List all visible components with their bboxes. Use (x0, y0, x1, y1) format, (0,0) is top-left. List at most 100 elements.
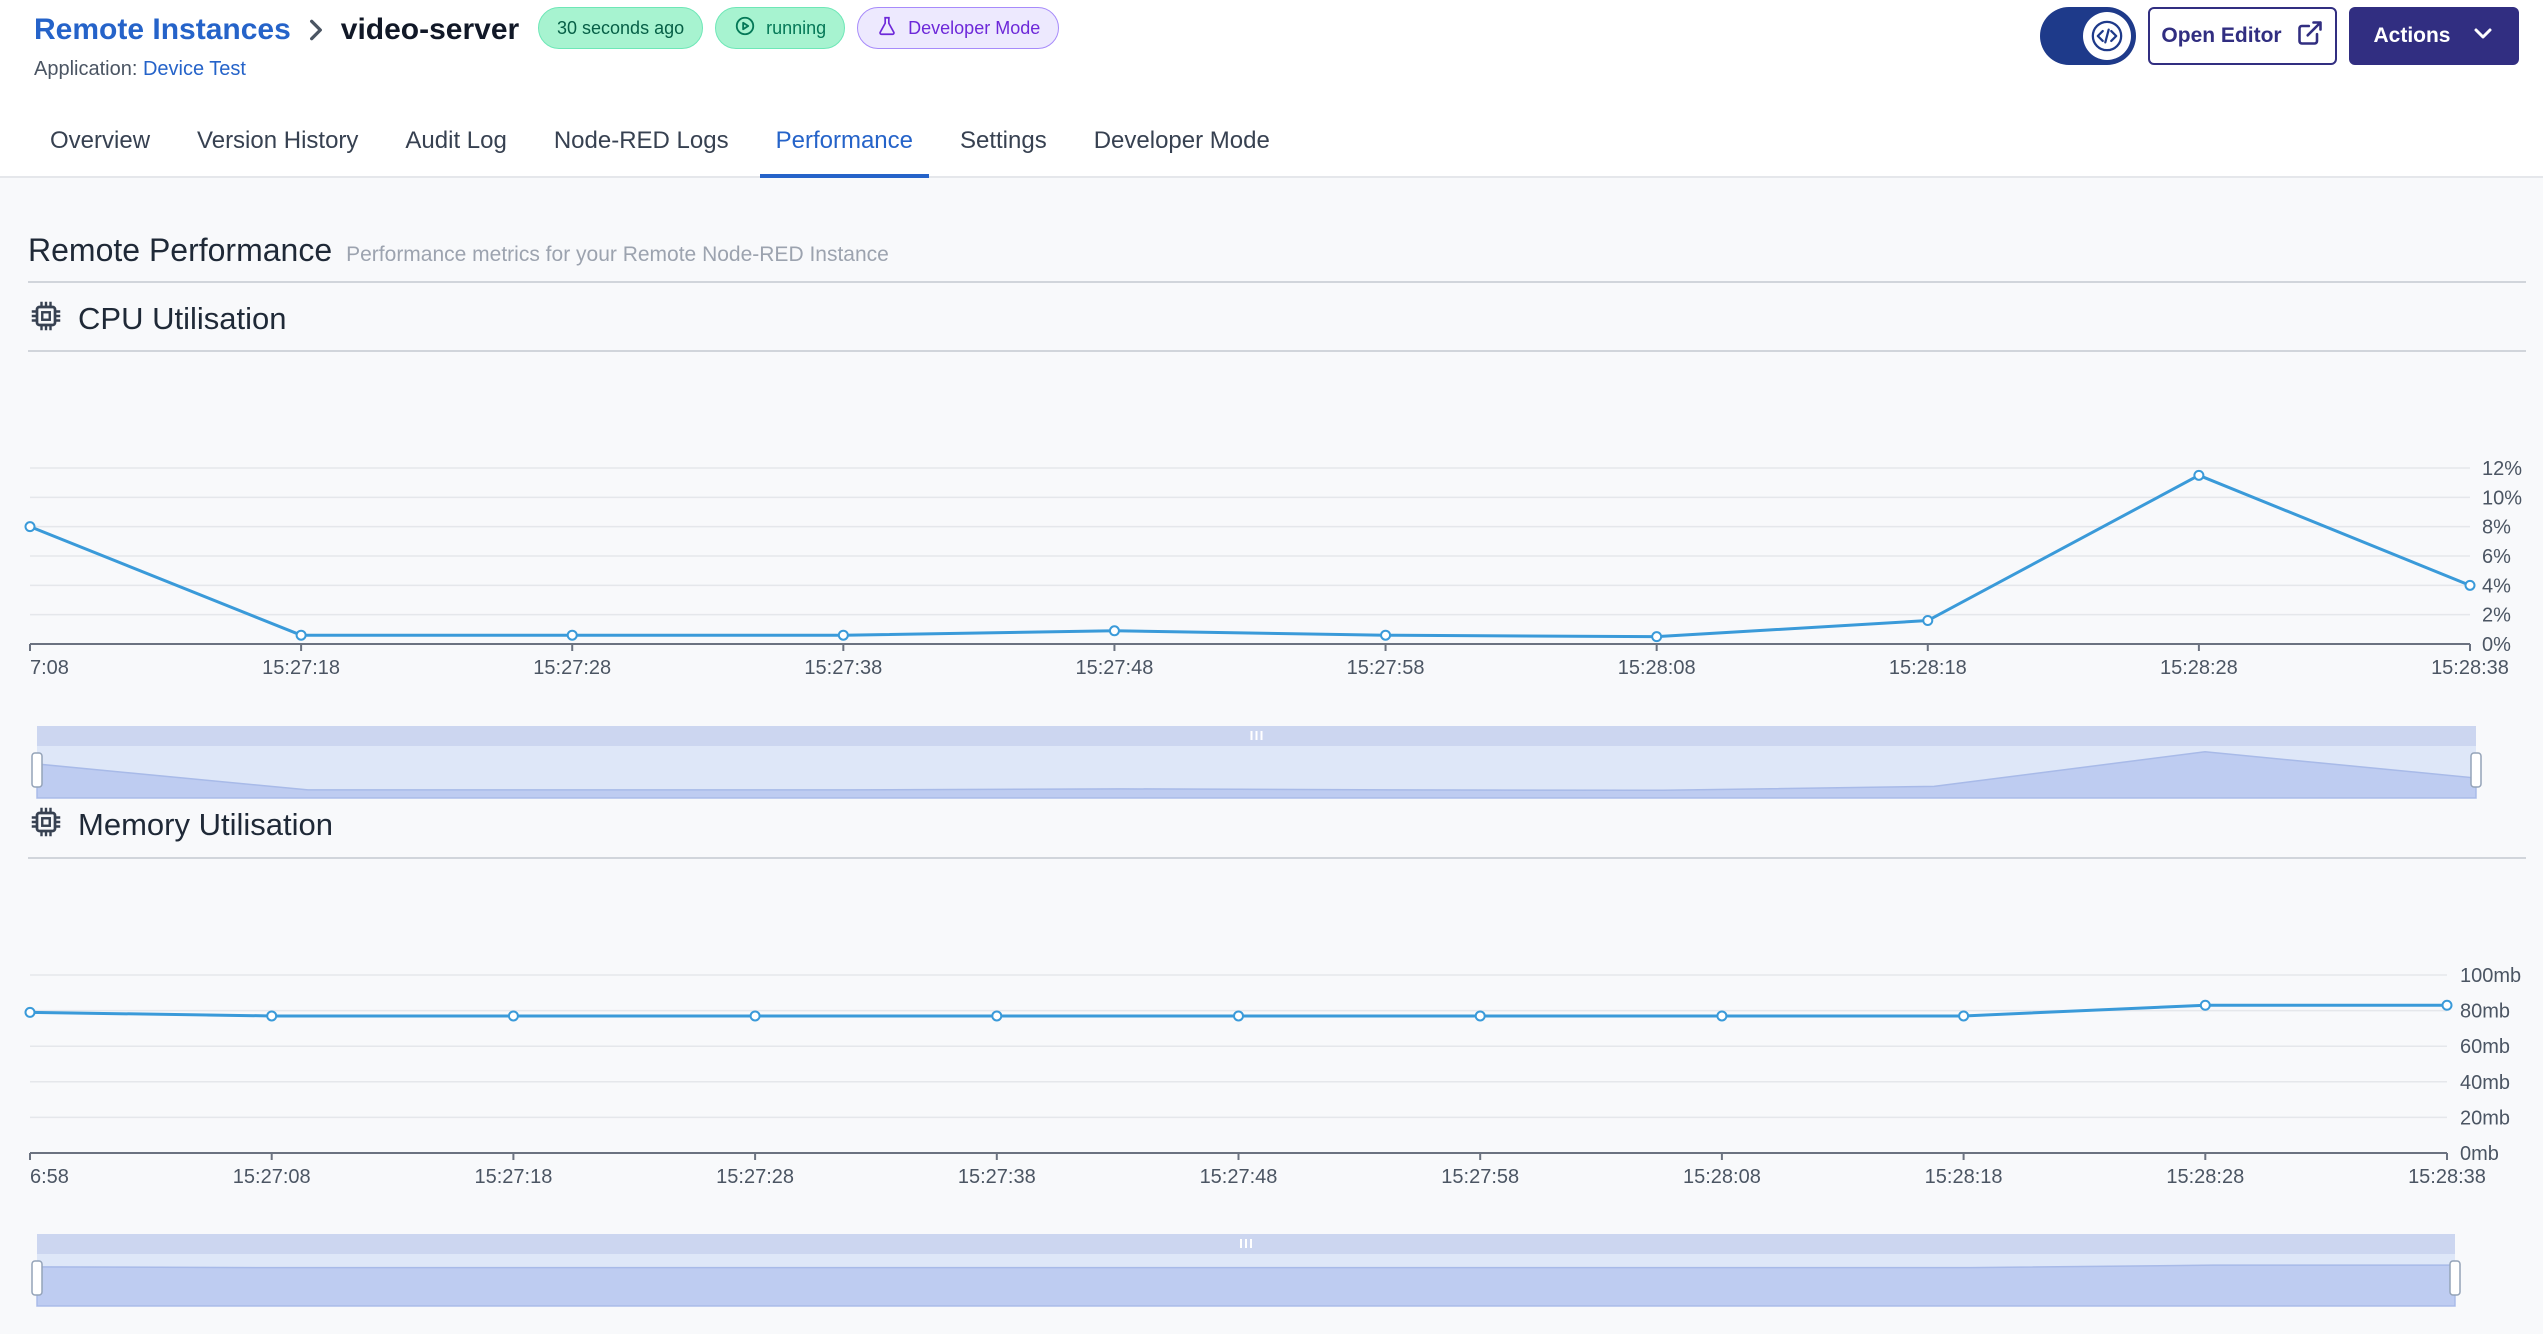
tab-settings[interactable]: Settings (944, 110, 1063, 178)
data-point (1380, 629, 1392, 641)
x-tick-label: 15:27:18 (474, 1166, 552, 1188)
x-tick-label: 15:27:48 (1076, 657, 1154, 679)
tab-version-history[interactable]: Version History (181, 110, 374, 178)
x-tick-label: 15:28:38 (2431, 657, 2509, 679)
data-point (991, 1010, 1003, 1022)
data-point (2199, 999, 2211, 1011)
cpu-chart-divider (28, 350, 2526, 352)
developer-mode-toggle[interactable] (2040, 7, 2136, 65)
play-circle-icon (734, 15, 756, 42)
memory-chart-divider (28, 857, 2526, 859)
actions-button[interactable]: Actions (2349, 7, 2519, 65)
status-badge: running (715, 7, 846, 49)
page-title: Remote Performance Performance metrics f… (28, 232, 889, 269)
cpu-chip-icon (28, 804, 64, 845)
data-point (1233, 1010, 1244, 1022)
application-label: Application: (34, 58, 138, 80)
data-point (24, 1006, 36, 1018)
data-point (295, 629, 307, 641)
x-tick-label: 15:27:48 (1200, 1166, 1278, 1188)
developer-mode-text: Developer Mode (908, 17, 1041, 38)
instance-tabs: Overview Version History Audit Log Node-… (34, 110, 1301, 178)
beaker-icon (876, 15, 898, 42)
x-tick-label: 15:27:28 (716, 1166, 794, 1188)
cpu-chart-header: CPU Utilisation (28, 298, 286, 339)
application-line: Application: Device Test (34, 58, 246, 81)
data-point (1922, 615, 1934, 627)
data-point (1474, 1010, 1486, 1022)
y-tick-label: 100mb (2460, 965, 2521, 987)
code-icon (2083, 12, 2131, 60)
external-link-icon (2296, 19, 2324, 53)
x-tick-label: 15:27:38 (804, 657, 882, 679)
cpu-chart-title: CPU Utilisation (78, 300, 287, 336)
data-point (1958, 1010, 1970, 1022)
data-point (24, 521, 36, 533)
y-tick-label: 6% (2482, 546, 2511, 568)
x-tick-label: 15:28:38 (2408, 1166, 2486, 1188)
status-text: running (766, 17, 827, 38)
x-tick-label: 15:27:58 (1441, 1166, 1519, 1188)
x-tick-label: 15:28:28 (2166, 1166, 2244, 1188)
data-zoom-handle[interactable] (31, 752, 43, 788)
data-point (1716, 1010, 1728, 1022)
x-tick-label: 15:28:28 (2160, 657, 2238, 679)
open-editor-label: Open Editor (2161, 24, 2282, 47)
x-tick-label: 15:27:38 (958, 1166, 1036, 1188)
open-editor-button[interactable]: Open Editor (2148, 7, 2337, 65)
tab-developer-mode[interactable]: Developer Mode (1078, 110, 1286, 178)
x-tick-label: 15:28:08 (1683, 1166, 1761, 1188)
x-tick-label: 15:27:08 (233, 1166, 311, 1188)
application-link[interactable]: Device Test (143, 58, 246, 80)
x-tick-label: 15:27:18 (262, 657, 340, 679)
data-point (566, 629, 578, 641)
x-tick-label: 15:28:18 (1889, 657, 1967, 679)
data-zoom-handle[interactable] (2470, 752, 2482, 788)
y-tick-label: 40mb (2460, 1072, 2510, 1094)
data-zoom-handle[interactable] (2449, 1260, 2461, 1296)
data-point (2441, 999, 2453, 1011)
data-point (2193, 469, 2205, 481)
data-point (266, 1010, 278, 1022)
chevron-down-icon (2471, 21, 2495, 51)
data-zoom-preview-area (36, 1264, 2456, 1307)
x-tick-label: 7:08 (30, 657, 69, 679)
y-tick-label: 0% (2482, 634, 2511, 656)
x-tick-label: 15:28:18 (1925, 1166, 2003, 1188)
section-divider (28, 281, 2526, 283)
y-tick-label: 10% (2482, 487, 2522, 509)
y-tick-label: 20mb (2460, 1107, 2510, 1129)
cpu-chip-icon (28, 298, 64, 339)
breadcrumb: Remote Instances video-server (34, 10, 519, 50)
section-title: Remote Performance (28, 232, 333, 268)
y-tick-label: 12% (2482, 458, 2522, 480)
breadcrumb-remote-instances-link[interactable]: Remote Instances (34, 13, 291, 47)
instance-header: Remote Instances video-server 30 seconds… (0, 0, 2543, 178)
y-tick-label: 60mb (2460, 1036, 2510, 1058)
tab-node-red-logs[interactable]: Node-RED Logs (538, 110, 745, 178)
cpu-utilisation-chart: 0% 2% 4% 6% 8% 10% 12% 7:08 15:27:18 15:27:28 15:2… (24, 458, 2522, 799)
x-tick-label: 15:28:08 (1618, 657, 1696, 679)
tab-overview[interactable]: Overview (34, 110, 166, 178)
memory-chart-header: Memory Utilisation (28, 804, 333, 845)
developer-mode-badge: Developer Mode (857, 7, 1060, 49)
y-tick-label: 80mb (2460, 1001, 2510, 1023)
data-point (1651, 631, 1663, 643)
x-tick-label: 15:27:28 (533, 657, 611, 679)
actions-label: Actions (2373, 24, 2451, 47)
y-tick-label: 4% (2482, 575, 2511, 597)
y-tick-label: 2% (2482, 605, 2511, 627)
data-point (749, 1010, 761, 1022)
data-point (507, 1010, 519, 1022)
x-tick-label: 6:58 (30, 1166, 69, 1188)
status-badges: 30 seconds ago running Developer Mode (538, 7, 1060, 49)
tab-performance[interactable]: Performance (759, 110, 929, 178)
tab-audit-log[interactable]: Audit Log (389, 110, 522, 178)
instance-name: video-server (340, 13, 520, 46)
data-point (2464, 579, 2476, 591)
data-zoom-handle[interactable] (31, 1260, 43, 1296)
y-tick-label: 0mb (2460, 1143, 2499, 1165)
y-tick-label: 8% (2482, 517, 2511, 539)
section-subtitle: Performance metrics for your Remote Node… (346, 243, 889, 266)
data-point (1108, 625, 1120, 637)
